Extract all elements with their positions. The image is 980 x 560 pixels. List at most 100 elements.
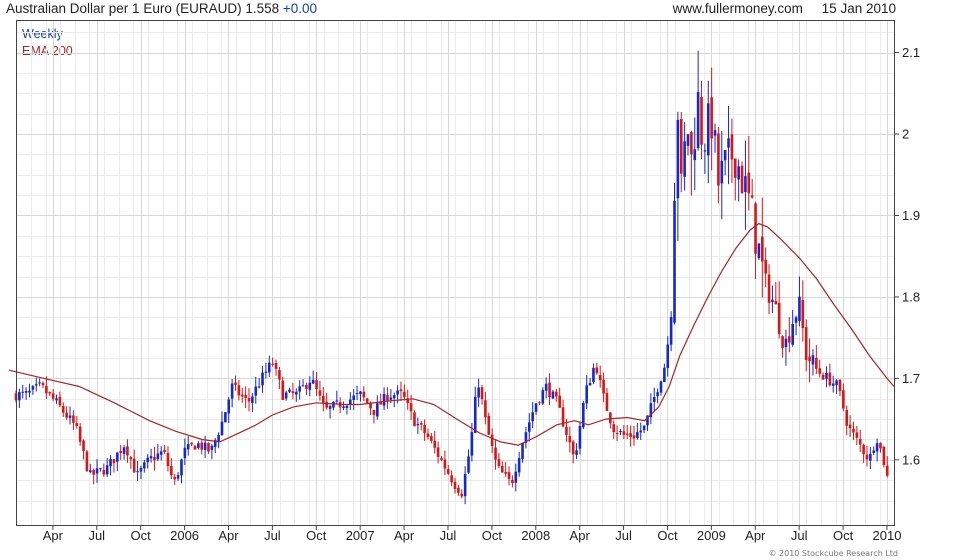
bar-body [301, 385, 305, 387]
down-bar [774, 282, 778, 305]
up-bar [251, 392, 254, 412]
bar-body [369, 403, 372, 409]
down-bar [740, 161, 744, 194]
bar-body [288, 389, 291, 392]
up-bar [116, 452, 119, 471]
x-axis: Apr Jul Oct 2006 Apr Jul Oct 2007 Apr Jul Oct 2008 A… [43, 525, 901, 543]
bar-body [244, 395, 247, 398]
down-bar [200, 440, 204, 455]
up-bar [55, 394, 58, 404]
bar-body [781, 336, 784, 348]
bar-body [220, 421, 224, 436]
down-bar [690, 130, 693, 196]
bar-body [190, 442, 193, 445]
up-bar [794, 315, 798, 336]
up-bar [744, 140, 747, 230]
up-bar [575, 443, 578, 460]
bar-body [730, 134, 734, 160]
bar-body [170, 466, 173, 476]
up-bar [359, 390, 362, 402]
bar-body [355, 393, 359, 395]
down-bar [281, 376, 285, 401]
bar-body [548, 382, 551, 398]
up-bar [382, 387, 386, 410]
bar-body [558, 395, 561, 408]
bar-body [116, 452, 119, 462]
bar-body [602, 379, 605, 394]
up-bar [122, 445, 126, 460]
bar-body [544, 383, 548, 391]
up-bar [521, 442, 524, 463]
x-tick-label: Oct [657, 528, 678, 543]
bar-body [105, 465, 109, 475]
bar-body [845, 409, 849, 426]
up-bar [798, 276, 801, 327]
bar-body [257, 386, 261, 388]
up-bar [349, 392, 352, 411]
bar-body [159, 451, 163, 455]
x-tick-label: Oct [833, 528, 854, 543]
down-bar [78, 423, 82, 446]
bar-body [541, 390, 545, 404]
bar-body [386, 395, 389, 401]
bar-body [450, 475, 453, 483]
bar-body [487, 415, 491, 435]
bar-body [527, 422, 531, 432]
up-bar [784, 329, 788, 366]
bar-body [744, 176, 747, 193]
down-bar [538, 401, 541, 406]
bar-body [453, 481, 457, 489]
up-bar [683, 122, 686, 191]
bar-body [855, 432, 859, 438]
bar-body [652, 397, 656, 402]
down-bar [386, 387, 389, 409]
bar-body [669, 317, 673, 345]
bar-body [460, 493, 464, 497]
up-bar [156, 444, 160, 462]
down-bar [433, 431, 437, 454]
bar-body [21, 391, 25, 393]
bar-body [166, 453, 170, 467]
bar-body [869, 453, 872, 461]
bar-body [521, 443, 524, 459]
down-bar [85, 449, 89, 472]
up-bar [676, 111, 680, 241]
bar-body [335, 400, 339, 402]
bar-body [281, 380, 285, 400]
bar-body [109, 459, 112, 467]
up-bar [197, 441, 200, 450]
bar-body [38, 382, 41, 384]
bar-body [615, 432, 619, 434]
down-bar [305, 382, 308, 395]
up-bar [551, 389, 555, 399]
bar-body [659, 381, 663, 393]
bar-body [82, 440, 85, 452]
x-tick-label: Oct [306, 528, 327, 543]
bar-body [203, 442, 207, 451]
down-bar [72, 410, 75, 430]
up-bar [28, 383, 31, 398]
up-bar [308, 376, 312, 397]
up-bar [757, 243, 761, 260]
y-tick-label: 1.8 [902, 289, 920, 304]
bar-body [102, 469, 106, 475]
bar-body [470, 432, 474, 456]
up-bar [652, 387, 656, 412]
bar-body [284, 392, 288, 399]
up-bar [143, 459, 146, 473]
up-bar [335, 390, 339, 404]
bar-body [294, 391, 298, 395]
bar-body [207, 442, 210, 452]
up-bar [524, 427, 528, 449]
bar-body [477, 387, 480, 398]
bar-body [413, 412, 416, 427]
down-bar [828, 363, 832, 387]
bar-body [92, 469, 95, 475]
bar-body [99, 468, 102, 470]
bar-body [200, 442, 204, 450]
bar-body [65, 412, 68, 418]
up-bar [720, 130, 724, 220]
x-tick-label: Jul [791, 528, 808, 543]
bar-body [210, 445, 214, 450]
bar-body [531, 412, 534, 422]
